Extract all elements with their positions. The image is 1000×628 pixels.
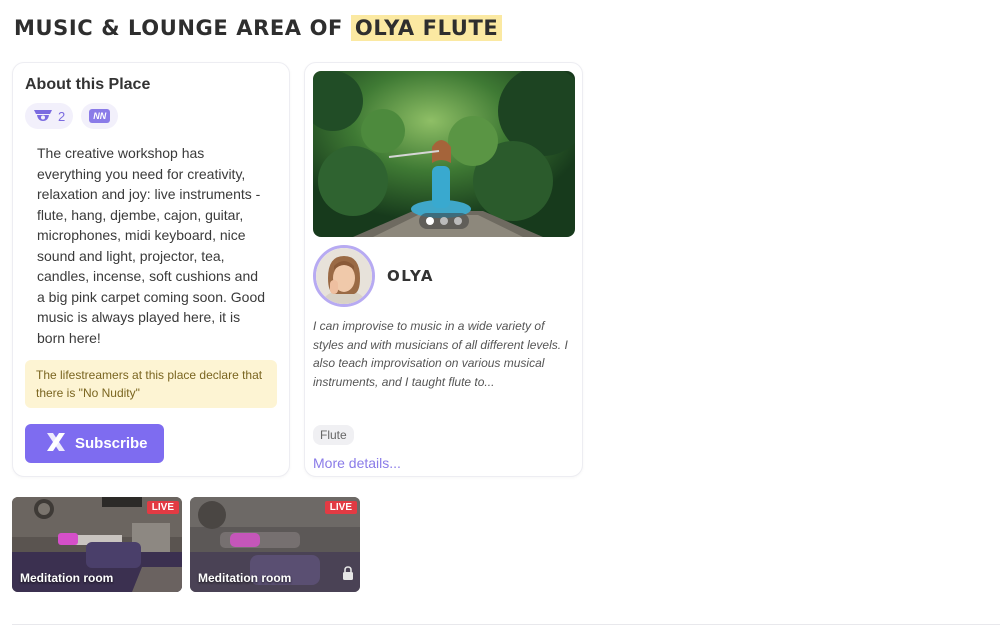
room-label: Meditation room [198,571,292,585]
viewers-badge: 2 [25,103,74,129]
more-details-link[interactable]: More details... [313,455,574,471]
carousel-dots [419,213,469,229]
page-title-prefix: MUSIC & LOUNGE AREA OF [14,16,343,40]
room-thumbnail-2[interactable]: LIVE Meditation room [190,497,360,592]
about-card: About this Place 2 NN The creative works… [12,62,290,477]
room-thumbnail-1[interactable]: LIVE Meditation room [12,497,182,592]
carousel-dot-3[interactable] [454,217,462,225]
subscribe-button[interactable]: Subscribe [25,424,164,463]
about-description: The creative workshop has everything you… [37,145,266,346]
camera-icon [33,108,53,125]
section-divider [12,624,1000,625]
page-title: MUSIC & LOUNGE AREA OF OLYA FLUTE [14,15,503,41]
host-description: I can improvise to music in a wide varie… [313,319,568,389]
host-card: OLYA I can improvise to music in a wide … [304,62,583,477]
live-badge: LIVE [146,501,179,514]
carousel-dot-2[interactable] [440,217,448,225]
no-nudity-badge: NN [81,103,119,129]
badges: 2 NN [25,103,277,129]
host-name[interactable]: OLYA [387,267,434,285]
x-logo-icon [45,432,67,456]
page-title-highlight: OLYA FLUTE [350,15,503,41]
about-title: About this Place [25,76,151,93]
host-photo-carousel[interactable] [313,71,575,237]
no-nudity-tag: NN [89,109,111,123]
nudity-declaration: The lifestreamers at this place declare … [25,360,277,408]
lock-icon [342,566,354,586]
subscribe-label: Subscribe [75,435,148,452]
instrument-tag: Flute [313,425,354,445]
room-label: Meditation room [20,571,114,585]
carousel-dot-1[interactable] [426,217,434,225]
host-avatar[interactable] [313,245,375,307]
viewers-count: 2 [58,108,66,124]
live-badge: LIVE [324,501,357,514]
host-header: OLYA [313,245,574,307]
